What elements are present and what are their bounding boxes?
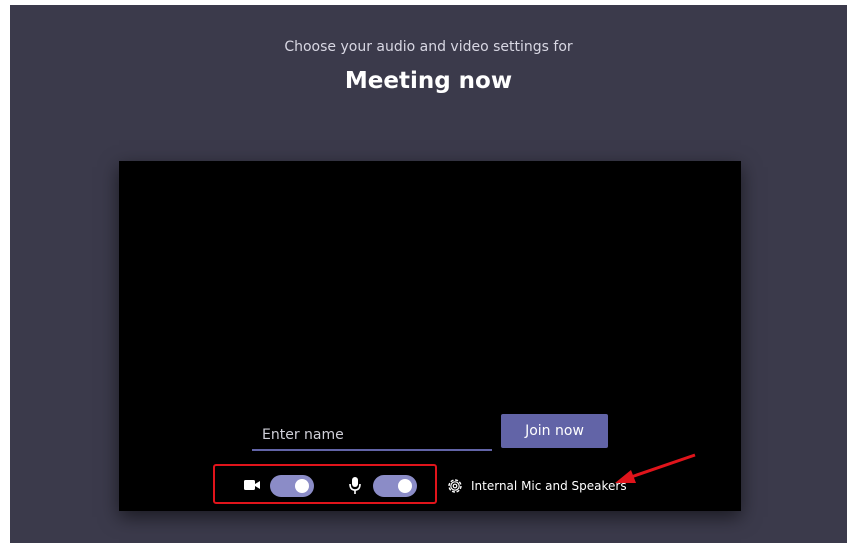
join-now-button[interactable]: Join now: [501, 414, 608, 448]
video-preview: Join now Internal Mic and Speakers: [119, 161, 741, 511]
microphone-toggle-knob: [398, 479, 412, 493]
microphone-toggle[interactable]: [373, 475, 417, 497]
prejoin-screen: Choose your audio and video settings for…: [10, 5, 847, 543]
gear-icon[interactable]: [446, 477, 464, 495]
device-settings-label[interactable]: Internal Mic and Speakers: [471, 479, 627, 493]
meeting-title: Meeting now: [344, 68, 513, 94]
camera-toggle[interactable]: [270, 475, 314, 497]
microphone-icon: [349, 477, 361, 494]
annotation-arrow-icon: [615, 453, 696, 483]
name-input[interactable]: [252, 421, 492, 451]
camera-icon: [244, 480, 260, 490]
camera-toggle-knob: [295, 479, 309, 493]
prejoin-subtitle: Choose your audio and video settings for: [284, 39, 573, 55]
